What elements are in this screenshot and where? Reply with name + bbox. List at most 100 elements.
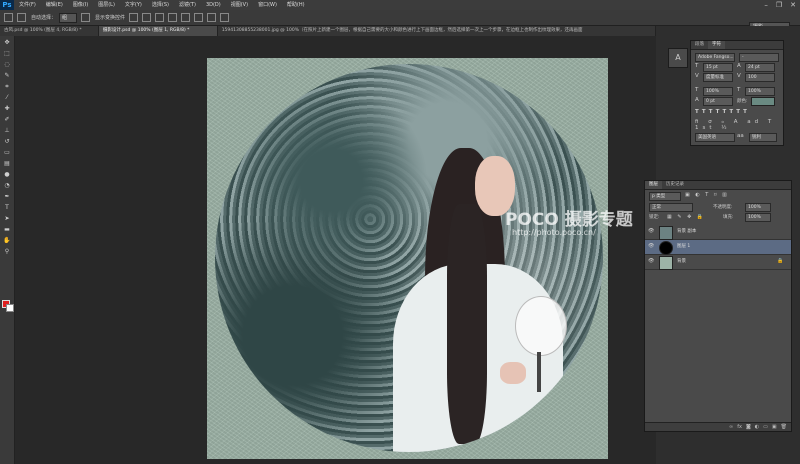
clone-stamp-icon[interactable]: ⊥ (2, 126, 12, 135)
menu-layer[interactable]: 图层(L) (93, 0, 120, 10)
menu-select[interactable]: 选择(S) (147, 0, 174, 10)
tab-character[interactable]: 字符 (708, 41, 725, 49)
character-panel-icon[interactable]: A (668, 48, 688, 68)
tab-paragraph[interactable]: 段落 (691, 41, 708, 49)
show-transform-checkbox[interactable] (81, 13, 91, 22)
tab-history[interactable]: 历史记录 (662, 181, 688, 189)
close-button[interactable]: ✕ (790, 0, 796, 10)
visibility-eye-icon[interactable]: 👁 (648, 229, 654, 234)
add-mask-icon[interactable]: ◙ (746, 423, 751, 431)
new-group-icon[interactable]: ▭ (763, 423, 768, 431)
menu-type[interactable]: 文字(Y) (120, 0, 147, 10)
blend-mode-select[interactable]: 正常 (649, 203, 693, 212)
tracking-field[interactable]: 100 (745, 73, 775, 82)
auto-select-checkbox[interactable] (17, 13, 26, 22)
layer-thumbnail (659, 226, 673, 240)
opacity-field[interactable]: 100% (745, 203, 771, 212)
horizontal-scale-field[interactable]: 100% (745, 87, 775, 96)
layer-kind-filter[interactable]: p 类型 (649, 192, 681, 201)
font-style-select[interactable]: - (739, 53, 779, 62)
adjustment-layer-icon[interactable]: ◐ (755, 423, 759, 431)
menu-window[interactable]: 窗口(W) (253, 0, 282, 10)
gradient-tool-icon[interactable]: ▤ (2, 159, 12, 168)
kerning-field[interactable]: 度量标准 (703, 73, 733, 82)
maximize-button[interactable]: ❐ (776, 0, 782, 10)
layer-name: 背景 (677, 259, 686, 264)
eyedropper-tool-icon[interactable]: ⁄ (2, 93, 12, 102)
tab-layers[interactable]: 图层 (645, 181, 662, 189)
menu-filter[interactable]: 滤镜(T) (174, 0, 201, 10)
antialias-select[interactable]: 锐利 (749, 133, 777, 142)
menu-image[interactable]: 图像(I) (68, 0, 93, 10)
dodge-tool-icon[interactable]: ◔ (2, 181, 12, 190)
hand-tool-icon[interactable]: ✋ (2, 236, 12, 245)
zoom-tool-icon[interactable]: ⚲ (2, 247, 12, 256)
doc-tab-1[interactable]: 古风.psd @ 100% (图层 4, RGB/8) * (0, 26, 99, 36)
language-select[interactable]: 美国英语 (695, 133, 735, 142)
align-bottom-icon[interactable] (155, 13, 165, 22)
align-top-icon[interactable] (129, 13, 139, 22)
doc-tab-2[interactable]: 摄影设计.psd @ 100% (图层 1, RGB/8) * (98, 26, 218, 36)
eraser-tool-icon[interactable]: ▭ (2, 148, 12, 157)
layer-row-layer-1[interactable]: 👁 图层 1 (645, 240, 791, 255)
menu-file[interactable]: 文件(F) (14, 0, 41, 10)
layers-panel: 图层 历史记录 p 类型 ▣ ◐ T ⌑ ▥ 正常 不透明度: 100% 锁定:… (644, 180, 792, 432)
character-panel: 段落 字符 Adobe Fangso... - T 15 pt A 24 pt … (690, 40, 784, 146)
distribute-icon[interactable] (207, 13, 217, 22)
new-layer-icon[interactable]: ▣ (772, 423, 777, 431)
background-color-swatch[interactable] (6, 304, 14, 312)
shape-tool-icon[interactable]: ▬ (2, 225, 12, 234)
tools-panel: ✥ ⬚ ◌ ✎ ⌗ ⁄ ✚ ✐ ⊥ ↺ ▭ ▤ ● ◔ ✒ T ➤ ▬ ✋ ⚲ (0, 36, 15, 464)
opacity-label: 不透明度: (713, 205, 733, 210)
lock-icons[interactable]: ▦ ✎ ✥ 🔒 (667, 214, 705, 220)
font-size-field[interactable]: 15 pt (703, 63, 733, 72)
fill-field[interactable]: 100% (745, 213, 771, 222)
doc-tab-3[interactable]: 15941308855238001.jpg @ 100%（在照片上新建一个图层，… (218, 26, 656, 36)
history-brush-icon[interactable]: ↺ (2, 137, 12, 146)
minimize-button[interactable]: – (764, 0, 768, 10)
move-tool-preset-icon[interactable] (4, 13, 13, 22)
quick-select-tool-icon[interactable]: ✎ (2, 71, 12, 80)
layer-row-background[interactable]: 👁 背景 🔒 (645, 255, 791, 270)
leading-field[interactable]: 24 pt (745, 63, 775, 72)
layer-filter-icons[interactable]: ▣ ◐ T ⌑ ▥ (685, 192, 729, 198)
kerning-icon: V (695, 73, 699, 79)
move-tool-icon[interactable]: ✥ (2, 38, 12, 47)
crop-tool-icon[interactable]: ⌗ (2, 82, 12, 91)
fx-icon[interactable]: fx (737, 423, 742, 431)
align-center-icon[interactable] (181, 13, 191, 22)
menu-help[interactable]: 帮助(H) (282, 0, 310, 10)
opentype-buttons[interactable]: ﬁ σ ℴ A ad T 1st ½ (695, 119, 783, 131)
leading-icon: A (737, 63, 741, 69)
auto-select-dropdown[interactable]: 组 (59, 12, 78, 23)
pen-tool-icon[interactable]: ✒ (2, 192, 12, 201)
visibility-eye-icon[interactable]: 👁 (648, 244, 654, 249)
brush-tool-icon[interactable]: ✐ (2, 115, 12, 124)
align-right-icon[interactable] (194, 13, 204, 22)
vertical-scale-field[interactable]: 100% (703, 87, 733, 96)
align-left-icon[interactable] (168, 13, 178, 22)
healing-brush-icon[interactable]: ✚ (2, 104, 12, 113)
blur-tool-icon[interactable]: ● (2, 170, 12, 179)
lasso-tool-icon[interactable]: ◌ (2, 60, 12, 69)
layer-row-background-copy[interactable]: 👁 背景 副本 (645, 225, 791, 240)
3d-mode-icon[interactable] (220, 13, 230, 22)
circular-photo (215, 64, 603, 452)
document-canvas[interactable] (207, 58, 608, 459)
delete-layer-icon[interactable]: 🗑 (781, 423, 787, 431)
photoshop-logo: Ps (0, 0, 14, 10)
link-layers-icon[interactable]: ∞ (729, 423, 733, 431)
marquee-tool-icon[interactable]: ⬚ (2, 49, 12, 58)
type-tool-icon[interactable]: T (2, 203, 12, 212)
menu-3d[interactable]: 3D(D) (201, 0, 226, 10)
align-middle-icon[interactable] (142, 13, 152, 22)
path-select-icon[interactable]: ➤ (2, 214, 12, 223)
text-color-swatch[interactable] (751, 97, 775, 106)
baseline-field[interactable]: 0 pt (703, 97, 733, 106)
text-style-buttons[interactable]: TTTTTTTT (695, 109, 750, 115)
font-family-select[interactable]: Adobe Fangso... (695, 53, 735, 62)
menu-view[interactable]: 视图(V) (226, 0, 253, 10)
menu-edit[interactable]: 编辑(E) (41, 0, 68, 10)
visibility-eye-icon[interactable]: 👁 (648, 259, 654, 264)
color-label: 颜色: (737, 99, 748, 104)
